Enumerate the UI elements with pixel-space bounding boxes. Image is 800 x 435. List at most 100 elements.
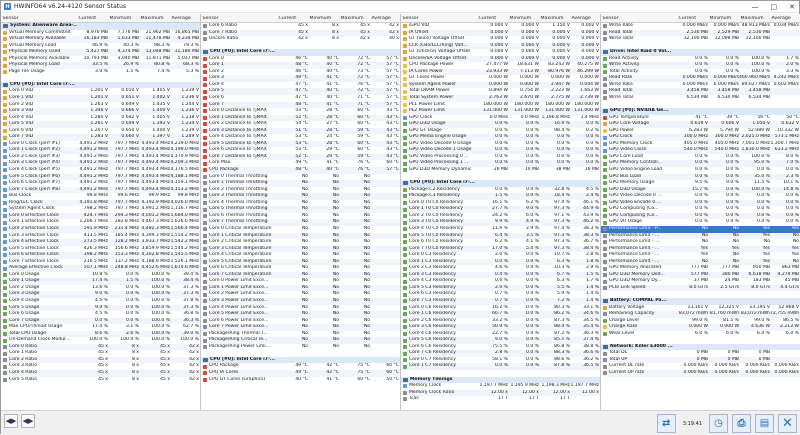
usage-icon <box>403 194 407 199</box>
sensor-label: GPU D3D Memory Dynamic <box>409 167 472 173</box>
sensor-icon <box>3 351 7 356</box>
clock-icon[interactable]: ◷ <box>709 414 728 433</box>
column-header-minimum[interactable]: Minimum <box>508 16 539 21</box>
column-header-current[interactable]: Current <box>277 16 308 21</box>
clock-icon <box>3 168 7 173</box>
column-header-minimum[interactable]: Minimum <box>708 16 739 21</box>
sensor-pane-2[interactable]: Sensor Current Minimum Maximum Average Core 6… <box>201 14 401 410</box>
minimize-button[interactable]: — <box>752 3 759 11</box>
sensor-pane-3[interactable]: Sensor Current Minimum Maximum Average iGPU V… <box>401 14 601 410</box>
clock-icon <box>3 227 7 232</box>
sensor-icon <box>203 246 207 251</box>
sensor-row[interactable]: PCIe Link Speed 8.0 GT/s 2.5 GT/s 8.0 GT/s 4… <box>601 284 800 292</box>
usage-icon <box>403 129 407 134</box>
clock-icon <box>403 384 407 389</box>
sensor-row[interactable]: GPU D3D Memory Dynamic 26 MB 10 MB 38 MB 16 … <box>401 167 600 174</box>
sensor-row[interactable]: Core 5 Ratio 45 x 8 x 45 x 42 x <box>1 377 200 384</box>
usage-icon <box>603 168 607 173</box>
sensor-row[interactable]: CPU GT Cores (Graphics) 40 °C 41 °C 60 °C 50… <box>201 377 400 384</box>
usage-icon <box>3 305 7 310</box>
report-icon[interactable]: ⎙ <box>732 414 751 433</box>
column-header-sensor[interactable]: Sensor <box>1 16 77 21</box>
sensor-icon <box>603 83 607 88</box>
power-icon <box>403 109 407 114</box>
column-header-current[interactable]: Current <box>677 16 708 21</box>
column-header-maximum[interactable]: Maximum <box>739 16 770 21</box>
close-sensors-button[interactable]: ✕ <box>778 414 797 433</box>
column-header-sensor[interactable]: Sensor <box>401 16 477 21</box>
nav-arrows-button-2[interactable]: ◀▶ <box>21 414 35 428</box>
settings-icon[interactable]: ▤ <box>755 414 774 433</box>
maximum-value: No <box>363 343 370 349</box>
usage-icon <box>3 331 7 336</box>
clock-icon <box>603 135 607 140</box>
usage-icon <box>403 201 407 206</box>
sensor-name-cell: Current UP rate <box>601 370 677 377</box>
column-header-maximum[interactable]: Maximum <box>339 16 370 21</box>
sensor-row[interactable]: Core 1 C7 Residency 0.0 % 0.0 % 87.8 % 36.5 … <box>401 363 600 370</box>
power-icon <box>403 102 407 107</box>
sensor-row[interactable]: Page File Usage 3.0 % 1.5 % 7.4 % 5.3 % <box>1 69 200 76</box>
thermometer-icon <box>203 377 207 382</box>
maximum-value: 60 °C <box>357 376 370 382</box>
column-header-minimum[interactable]: Minimum <box>308 16 339 21</box>
sensor-label: Page File Usage <box>9 68 45 74</box>
network-icon[interactable]: ⇄ <box>656 414 676 433</box>
sensor-label: Wear Level <box>609 330 635 336</box>
usage-icon <box>403 246 407 251</box>
usage-icon <box>403 266 407 271</box>
clock-icon <box>3 155 7 160</box>
sensor-icon <box>603 89 607 94</box>
minimum-value: 41 °C <box>326 376 339 382</box>
clock-icon <box>3 214 7 219</box>
thermometer-icon <box>203 102 207 107</box>
title-bar: H HWiNFO64 v6.24-4120 Sensor Status — □ … <box>1 1 799 13</box>
column-header-minimum[interactable]: Minimum <box>108 16 139 21</box>
sensor-pane-4[interactable]: Sensor Current Minimum Maximum Average Write … <box>601 14 800 410</box>
sensor-rows: Write Rate 0.000 MB/s 0.000 MB/s 48.913 MB/… <box>601 23 800 410</box>
column-header-sensor[interactable]: Sensor <box>601 16 677 21</box>
sensor-row[interactable]: Wear Level 6.0 % 6.0 % 6.0 % 6.0 % <box>601 331 800 338</box>
average-value: 0.602 MB/s <box>773 81 799 87</box>
thermometer-icon <box>203 115 207 120</box>
sensor-row[interactable]: Current UP rate 0.000 KB/s 0.000 KB/s 0.000… <box>601 369 800 377</box>
column-header-current[interactable]: Current <box>77 16 108 21</box>
column-header-average[interactable]: Average <box>570 16 600 21</box>
average-value: 16 MB <box>584 167 599 173</box>
sensor-label: Write Total <box>609 36 634 42</box>
sensor-pane-1[interactable]: Sensor Current Minimum Maximum Average System… <box>1 14 201 410</box>
usage-icon <box>403 148 407 153</box>
sensor-row[interactable]: Tcas 17 T 17 T 17 T <box>401 396 600 403</box>
nav-arrows-button[interactable]: ◀▶ <box>4 414 18 428</box>
column-header-maximum[interactable]: Maximum <box>139 16 170 21</box>
column-header-average[interactable]: Average <box>370 16 400 21</box>
sensor-icon <box>203 220 207 225</box>
sensor-row[interactable]: Uncore Ratio 42 x 8 x 42 x 40 x <box>201 36 400 43</box>
column-header-sensor[interactable]: Sensor <box>201 16 277 21</box>
voltage-icon <box>3 57 7 61</box>
current-value: No <box>301 343 308 349</box>
sensor-name-cell: Wear Level <box>601 331 677 338</box>
close-button[interactable]: ✕ <box>789 3 795 11</box>
usage-icon <box>3 279 7 284</box>
column-header: Sensor Current Minimum Maximum Average <box>401 14 600 23</box>
maximize-button[interactable]: □ <box>771 3 778 11</box>
sensor-icon <box>203 30 207 35</box>
thermometer-icon <box>203 63 207 68</box>
column-header-average[interactable]: Average <box>770 16 800 21</box>
usage-icon <box>403 168 407 173</box>
sensor-icon <box>203 227 207 232</box>
current-value: 42 x <box>298 36 308 42</box>
usage-icon <box>403 155 407 160</box>
column-header-maximum[interactable]: Maximum <box>539 16 570 21</box>
column-header-current[interactable]: Current <box>477 16 508 21</box>
usage-icon <box>3 286 7 291</box>
clock-icon <box>3 240 7 245</box>
clock-icon <box>3 259 7 264</box>
power-icon <box>403 76 407 81</box>
sensor-icon <box>203 292 207 297</box>
column-header-average[interactable]: Average <box>170 16 200 21</box>
sensor-icon <box>603 24 607 29</box>
minimum-value: 10 MB <box>524 167 539 173</box>
usage-icon <box>403 142 407 147</box>
